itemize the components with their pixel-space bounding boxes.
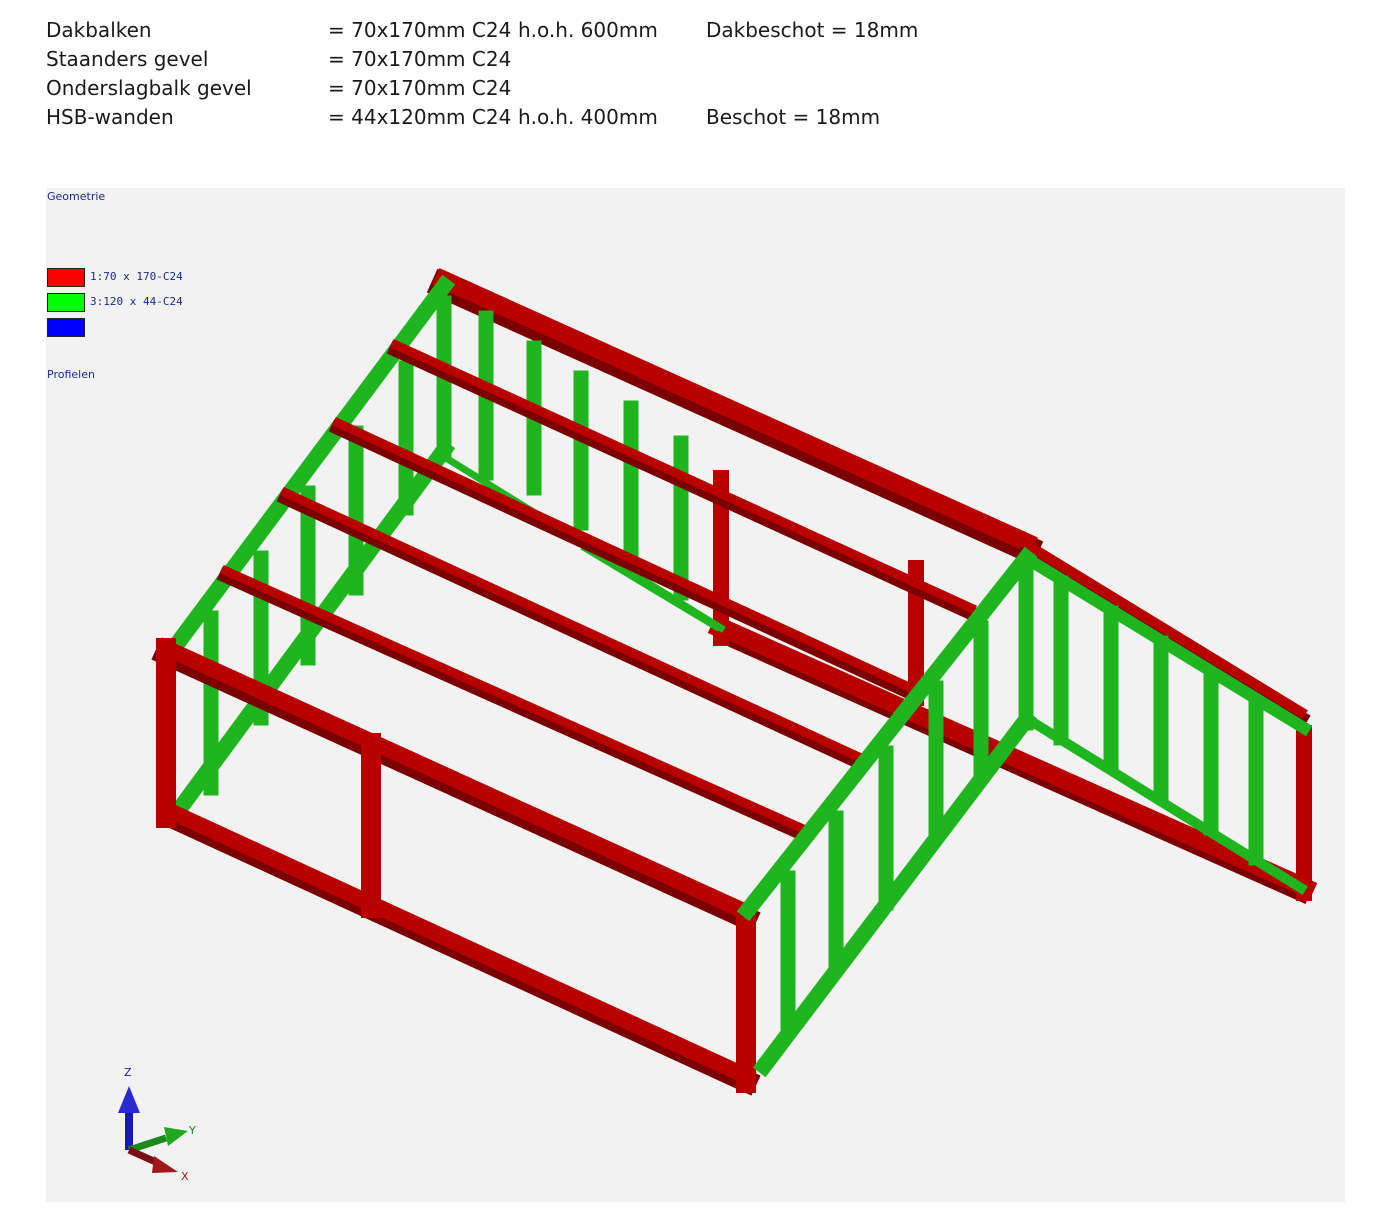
- legend-swatch-red: [47, 268, 85, 287]
- spec-name: Staanders gevel: [46, 47, 209, 71]
- legend-swatch-green: [47, 293, 85, 312]
- right-gable-wall: [736, 546, 1313, 1078]
- spec-spacing: h.o.h. 600mm: [518, 18, 658, 42]
- spec-size: = 44x120mm C24: [328, 105, 512, 129]
- y-axis-label: Y: [189, 1124, 196, 1137]
- spec-name: Onderslagbalk gevel: [46, 76, 252, 100]
- x-axis-arrow: [152, 1156, 178, 1173]
- spec-size: = 70x170mm C24: [328, 47, 512, 71]
- spec-size: = 70x170mm C24: [328, 18, 512, 42]
- 3d-viewport[interactable]: .r { stroke:#b80000; stroke-linecap:squa…: [46, 188, 1345, 1202]
- z-axis-arrow: [118, 1086, 140, 1113]
- axis-triad: [118, 1086, 188, 1173]
- y-axis-arrow: [164, 1127, 188, 1146]
- spec-note: Beschot = 18mm: [706, 105, 881, 129]
- frame-model[interactable]: .r { stroke:#b80000; stroke-linecap:squa…: [46, 188, 1345, 1202]
- spec-row: Dakbalken = 70x170mm C24 h.o.h. 600mm Da…: [46, 16, 946, 45]
- legend-swatch-blue: [47, 318, 85, 337]
- z-axis-label: Z: [124, 1066, 132, 1079]
- legend-label: 1:70 x 170-C24: [90, 270, 183, 283]
- x-axis-label: X: [181, 1170, 189, 1183]
- viewport-title: Geometrie: [47, 190, 106, 203]
- spec-spacing: h.o.h. 400mm: [518, 105, 658, 129]
- spec-name: HSB-wanden: [46, 105, 174, 129]
- spec-note: Dakbeschot = 18mm: [706, 18, 919, 42]
- legend-label: 3:120 x 44-C24: [90, 295, 183, 308]
- spec-row: Staanders gevel = 70x170mm C24: [46, 45, 946, 74]
- spec-row: Onderslagbalk gevel = 70x170mm C24: [46, 74, 946, 103]
- spec-size: = 70x170mm C24: [328, 76, 512, 100]
- spec-row: HSB-wanden = 44x120mm C24 h.o.h. 400mm B…: [46, 103, 946, 132]
- specification-table: Dakbalken = 70x170mm C24 h.o.h. 600mm Da…: [46, 16, 946, 132]
- spec-name: Dakbalken: [46, 18, 152, 42]
- profiles-label: Profielen: [47, 368, 95, 381]
